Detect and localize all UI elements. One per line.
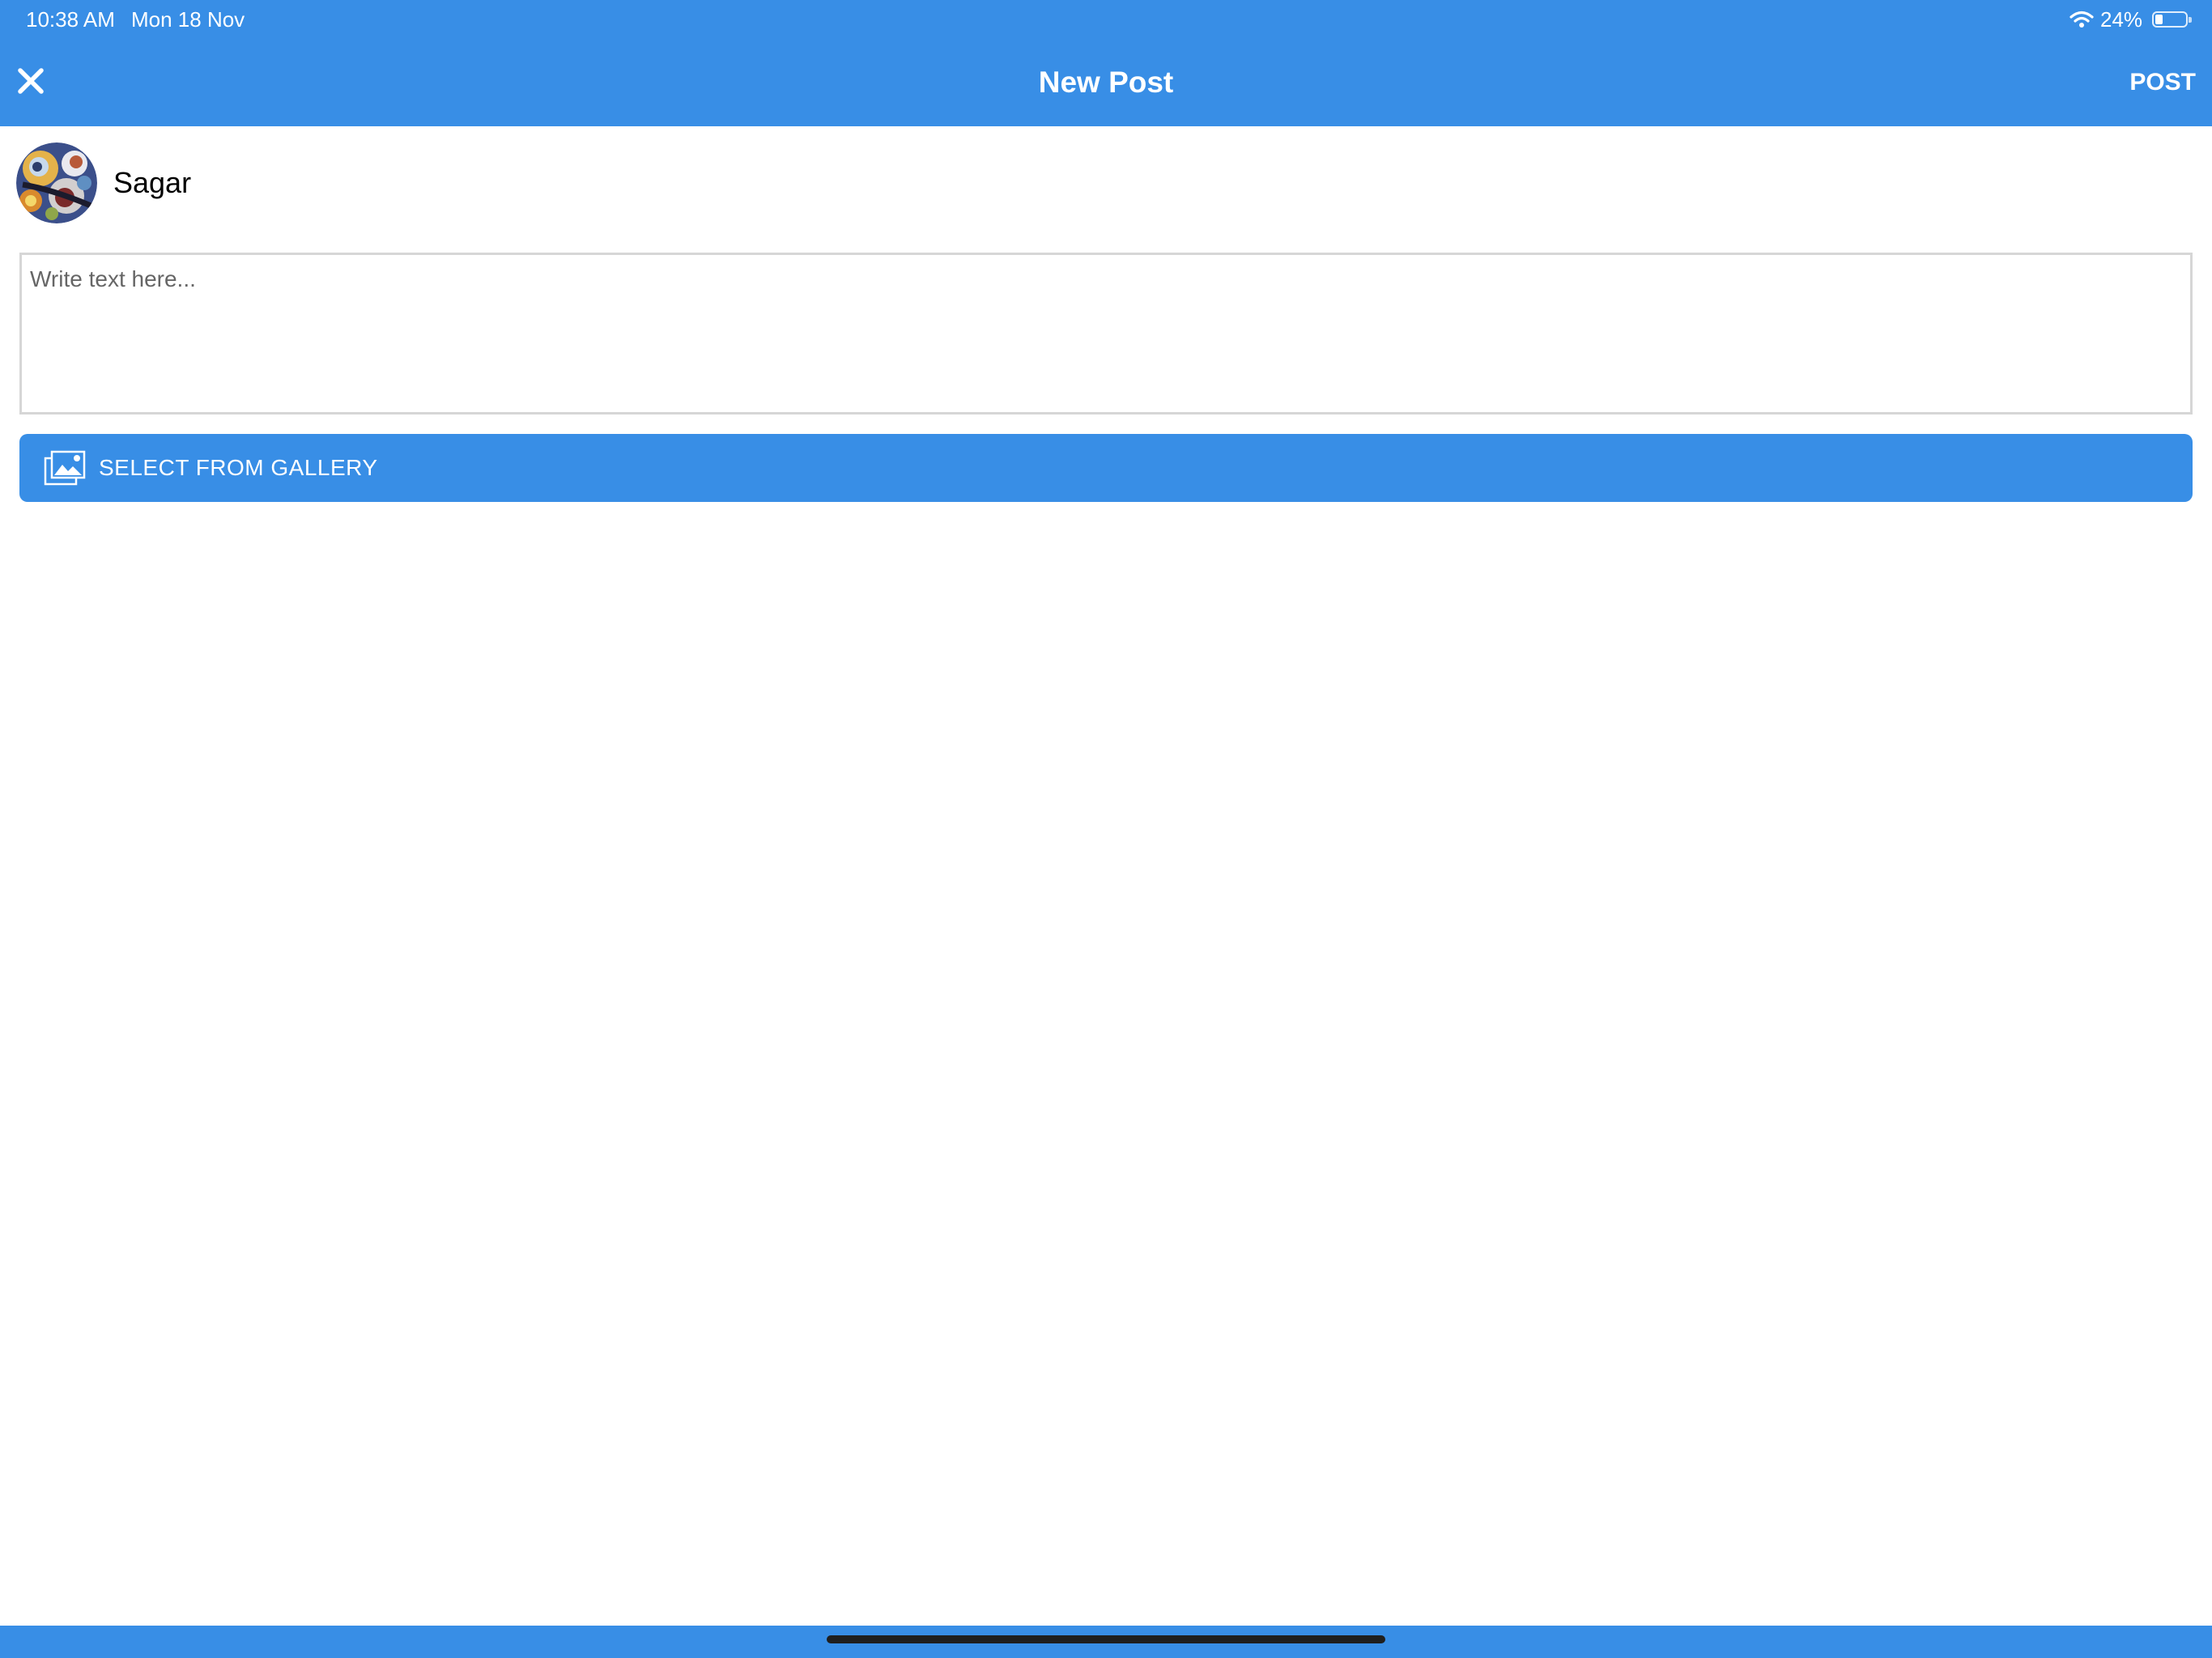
- post-button[interactable]: POST: [2129, 65, 2196, 100]
- battery-level: [2155, 15, 2163, 24]
- page-title: New Post: [1038, 66, 1174, 99]
- post-text-input[interactable]: [19, 253, 2193, 414]
- wifi-icon: [2069, 11, 2094, 28]
- status-time: 10:38 AM: [26, 7, 115, 32]
- author-row: Sagar: [16, 142, 191, 223]
- select-from-gallery-label: SELECT FROM GALLERY: [99, 455, 378, 480]
- status-date: Mon 18 Nov: [131, 7, 245, 32]
- author-name: Sagar: [113, 166, 192, 199]
- home-indicator[interactable]: [827, 1635, 1385, 1643]
- status-indicators: 24%: [2069, 6, 2192, 32]
- app-header: 10:38 AM Mon 18 Nov 24% New Post POST: [0, 0, 2212, 126]
- select-from-gallery-button[interactable]: SELECT FROM GALLERY: [19, 434, 2193, 502]
- avatar: [16, 142, 97, 223]
- battery-icon: [2152, 11, 2192, 28]
- avatar-image: [16, 142, 97, 223]
- battery-percent: 24%: [2099, 7, 2142, 32]
- battery-cap: [2189, 17, 2192, 23]
- gallery-icon: [44, 450, 86, 486]
